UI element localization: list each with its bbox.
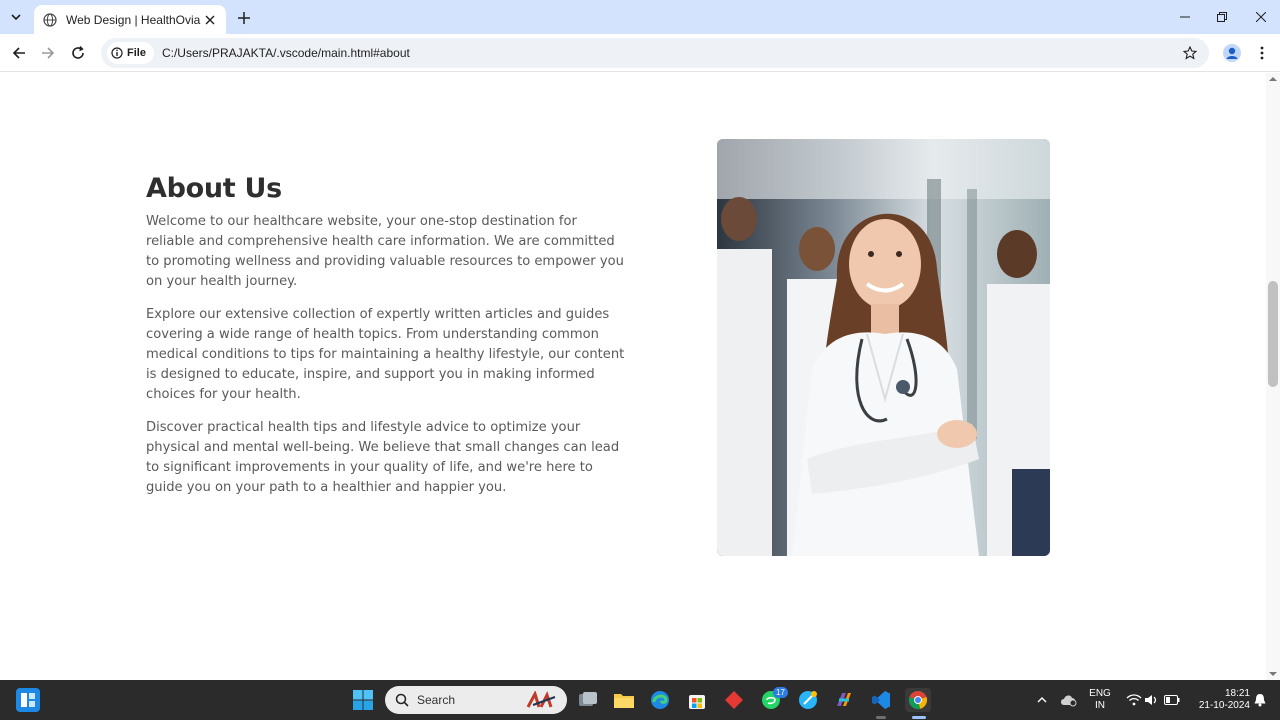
close-window-button[interactable] (1242, 0, 1280, 34)
browser-menu-button[interactable] (1252, 43, 1272, 63)
more-vertical-icon (1260, 46, 1264, 60)
chrome-active-indicator (912, 716, 926, 719)
speaker-icon (1145, 695, 1157, 705)
url-text[interactable]: C:/Users/PRAJAKTA/.vscode/main.html#abou… (162, 46, 1179, 60)
address-bar[interactable]: File C:/Users/PRAJAKTA/.vscode/main.html… (101, 38, 1209, 68)
minimize-button[interactable] (1166, 0, 1204, 34)
chevron-up-icon (1037, 697, 1047, 703)
minimize-icon (1180, 16, 1190, 18)
forward-button[interactable] (37, 42, 59, 64)
tab-title: Web Design | HealthOvia (66, 12, 201, 27)
notifications-button[interactable] (1248, 688, 1272, 712)
back-button[interactable] (8, 42, 30, 64)
search-highlight-icon (526, 691, 556, 708)
arrow-left-icon (12, 47, 25, 59)
taskbar-search[interactable]: Search (385, 686, 567, 714)
edge-icon (651, 691, 669, 709)
page-scrollbar[interactable] (1266, 73, 1280, 680)
doctor-photo (717, 139, 1050, 556)
copilot-button[interactable] (832, 688, 856, 712)
browser-tab[interactable]: Web Design | HealthOvia (34, 5, 226, 34)
taskbar-search-label: Search (417, 693, 456, 707)
vscode-button[interactable] (869, 688, 893, 712)
app-red-button[interactable] (722, 688, 746, 712)
search-icon (395, 693, 409, 707)
cloud-icon (1061, 695, 1077, 707)
edge-button[interactable] (648, 688, 672, 712)
info-icon (111, 47, 123, 59)
bookmark-button[interactable] (1179, 42, 1201, 64)
widgets-button[interactable] (16, 688, 40, 712)
profile-button[interactable] (1222, 43, 1242, 63)
clock[interactable]: 18:21 21-10-2024 (1186, 688, 1250, 712)
about-section: About Us Welcome to our healthcare websi… (146, 173, 626, 511)
onedrive-button[interactable] (1057, 688, 1081, 712)
star-icon (1183, 46, 1197, 60)
page-viewport: About Us Welcome to our healthcare websi… (0, 73, 1266, 680)
clock-date: 21-10-2024 (1198, 700, 1250, 711)
site-info-label: File (127, 47, 146, 59)
vscode-running-indicator (876, 716, 886, 719)
avatar-icon (1223, 44, 1241, 62)
tab-search-button[interactable] (6, 7, 26, 27)
new-tab-button[interactable] (234, 8, 254, 28)
widgets-icon (21, 693, 35, 707)
language-region: IN (1095, 700, 1105, 711)
language-indicator[interactable]: ENG IN (1086, 688, 1114, 712)
close-icon (1256, 12, 1266, 22)
chrome-button[interactable] (905, 688, 931, 712)
app-blue-button[interactable] (796, 688, 820, 712)
reload-icon (72, 46, 84, 59)
red-diamond-icon (725, 691, 743, 709)
battery-button[interactable] (1160, 688, 1184, 712)
vscode-icon (872, 691, 890, 709)
start-button[interactable] (351, 688, 375, 712)
scroll-down-icon[interactable] (1269, 670, 1277, 678)
about-paragraph-3: Discover practical health tips and lifes… (146, 420, 620, 495)
bell-icon (1254, 694, 1266, 707)
store-icon (689, 695, 705, 709)
clock-time: 18:21 (1224, 688, 1250, 699)
about-heading: About Us (146, 173, 282, 204)
whatsapp-badge: 17 (773, 687, 788, 698)
scroll-up-icon[interactable] (1269, 75, 1277, 83)
about-paragraph-1: Welcome to our healthcare website, your … (146, 214, 624, 289)
language-code: ENG (1089, 688, 1111, 699)
restore-button[interactable] (1203, 0, 1241, 34)
chevron-down-icon (11, 14, 21, 21)
plus-icon (238, 12, 250, 24)
about-paragraph-2: Explore our extensive collection of expe… (146, 307, 625, 402)
pen-circle-icon (799, 691, 817, 709)
chrome-icon (908, 691, 928, 710)
copilot-icon (837, 693, 851, 706)
store-button[interactable] (685, 688, 709, 712)
scroll-thumb[interactable] (1268, 281, 1278, 387)
reload-button[interactable] (67, 42, 89, 64)
globe-icon (42, 12, 58, 28)
file-explorer-button[interactable] (612, 688, 636, 712)
folder-icon (614, 694, 634, 708)
show-hidden-icons-button[interactable] (1030, 688, 1054, 712)
arrow-right-icon (42, 47, 55, 59)
windows-taskbar: Search 17 ENG IN 18:21 21-10-2024 (0, 680, 1280, 720)
site-info-chip[interactable]: File (107, 42, 154, 64)
task-view-button[interactable] (576, 688, 600, 712)
battery-icon (1164, 695, 1180, 705)
task-view-icon (579, 692, 597, 706)
restore-icon (1217, 12, 1227, 22)
windows-logo-icon (353, 690, 373, 710)
browser-toolbar: File C:/Users/PRAJAKTA/.vscode/main.html… (0, 34, 1280, 72)
close-tab-icon[interactable] (202, 12, 218, 28)
tab-strip: Web Design | HealthOvia (0, 0, 1280, 34)
